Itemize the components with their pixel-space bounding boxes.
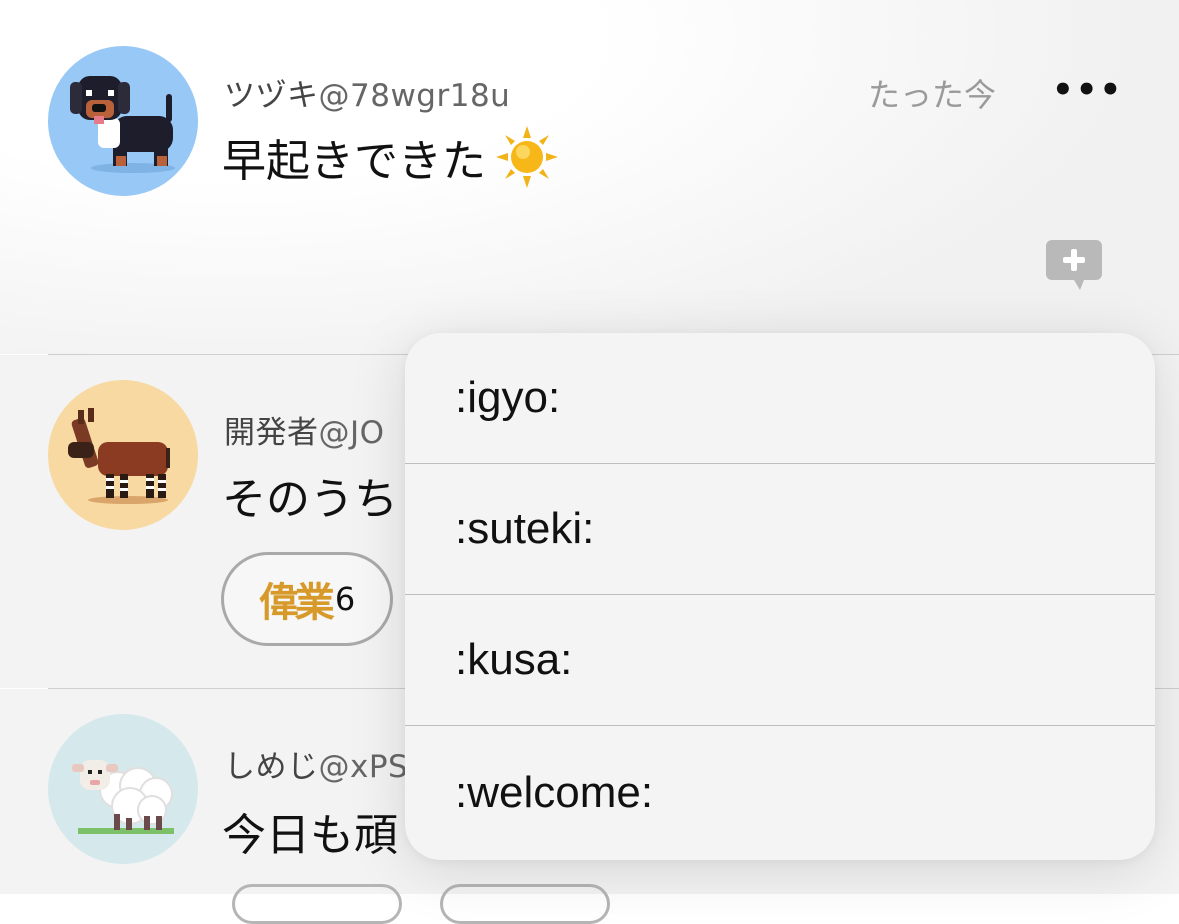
reaction-menu: :igyo: :suteki: :kusa: :welcome: bbox=[405, 333, 1155, 860]
avatar[interactable] bbox=[48, 380, 198, 530]
author-handle: @xPS bbox=[318, 749, 409, 785]
menu-item-welcome[interactable]: :welcome: bbox=[405, 726, 1155, 860]
sheep-avatar-icon bbox=[72, 760, 174, 834]
author-display-name: 開発者 bbox=[224, 415, 319, 451]
okapi-avatar-icon bbox=[68, 408, 170, 504]
timeline-feed: ツヅキ@78wgr18u たった今 ••• 早起きできた 開発者@JO そのうち… bbox=[0, 0, 1179, 924]
menu-item-suteki[interactable]: :suteki: bbox=[405, 464, 1155, 595]
reaction-chip[interactable] bbox=[232, 884, 402, 924]
more-options-button[interactable]: ••• bbox=[1052, 70, 1121, 110]
igyo-emoji-icon: 偉業 bbox=[258, 580, 335, 626]
post-text: そのうち bbox=[222, 474, 398, 525]
reaction-chip[interactable] bbox=[440, 884, 610, 924]
author-display-name: ツヅキ bbox=[224, 78, 319, 114]
post-author[interactable]: しめじ@xPS bbox=[224, 741, 408, 786]
post-body: 今日も頑 bbox=[222, 799, 398, 863]
avatar[interactable] bbox=[48, 46, 198, 196]
post-item[interactable]: ツヅキ@78wgr18u たった今 ••• 早起きできた bbox=[0, 0, 1179, 354]
avatar[interactable] bbox=[48, 714, 198, 864]
menu-item-kusa[interactable]: :kusa: bbox=[405, 595, 1155, 726]
dachshund-avatar-icon bbox=[70, 76, 175, 173]
menu-item-igyo[interactable]: :igyo: bbox=[405, 333, 1155, 464]
author-handle: @JO bbox=[318, 415, 385, 451]
post-text: 今日も頑 bbox=[222, 810, 398, 861]
post-timestamp: たった今 bbox=[868, 76, 997, 114]
post-author[interactable]: 開発者@JO bbox=[224, 407, 385, 452]
author-display-name: しめじ bbox=[224, 749, 319, 785]
add-reaction-button[interactable] bbox=[1044, 238, 1104, 294]
more-dots-icon: ••• bbox=[1052, 70, 1124, 110]
post-text: 早起きできた bbox=[222, 136, 486, 187]
reaction-count: 6 bbox=[334, 580, 356, 618]
reaction-chip[interactable]: 偉業 6 bbox=[221, 552, 393, 646]
post-body: 早起きできた bbox=[222, 124, 560, 190]
post-body: そのうち bbox=[222, 463, 398, 527]
author-handle: @78wgr18u bbox=[318, 78, 511, 114]
sun-emoji-icon bbox=[496, 126, 558, 188]
post-author[interactable]: ツヅキ@78wgr18u bbox=[224, 70, 510, 115]
